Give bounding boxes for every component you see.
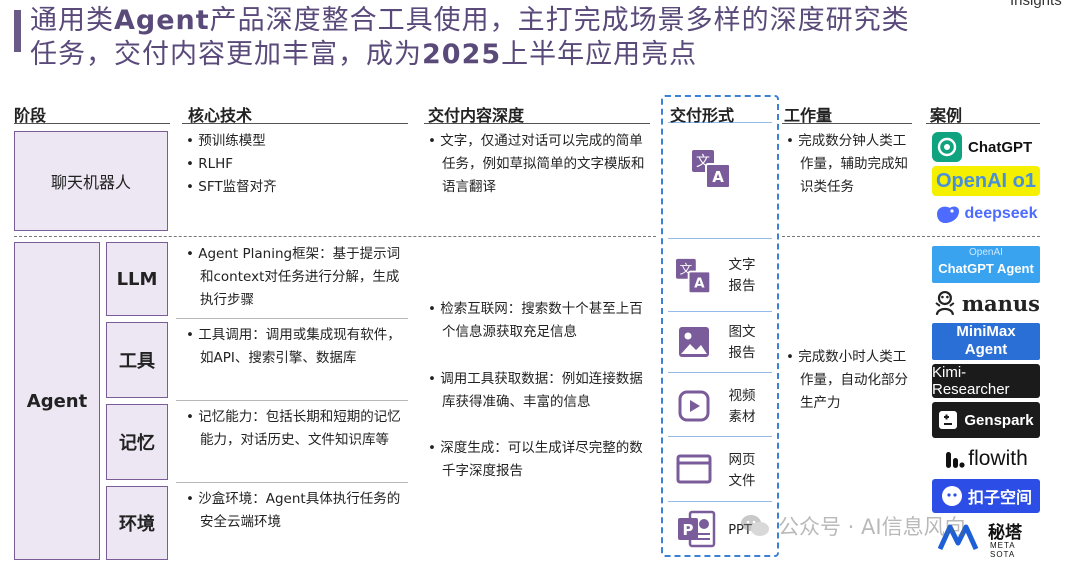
list-item: • 预训练模型	[186, 133, 266, 149]
manus-icon	[935, 290, 955, 316]
row-divider	[668, 122, 772, 123]
openai-icon	[932, 132, 962, 162]
header-underline	[424, 123, 650, 124]
agent-sub-memory: 记忆	[106, 404, 168, 480]
row-divider	[176, 482, 408, 483]
webpage-icon	[676, 454, 712, 484]
header-underline	[782, 123, 912, 124]
header-underline	[182, 123, 408, 124]
genspark-logo: Genspark	[932, 402, 1040, 438]
watermark: 公众号 · AI信息风向	[740, 508, 1050, 544]
translate-icon: 文 A	[676, 258, 712, 294]
agent-depth-3: • 深度生成：可以生成详尽完整的数千字深度报告	[428, 440, 643, 479]
row-divider	[668, 372, 772, 373]
agent-depth-1: • 检索互联网：搜索数十个甚至上百个信息源获取充足信息	[428, 301, 643, 340]
agent-sub-environment: 环境	[106, 486, 168, 560]
page-title: 通用类Agent产品深度整合工具使用，主打完成场景多样的深度研究类 任务，交付内…	[30, 5, 910, 70]
chatbot-workload-text: • 完成数分钟人类工作量，辅助完成知识类任务	[786, 133, 908, 195]
agent-sub-llm: LLM	[106, 242, 168, 316]
list-item: • SFT监督对齐	[186, 179, 277, 195]
row-divider	[668, 501, 772, 502]
row-divider	[668, 311, 772, 312]
agent-sub-tools: 工具	[106, 322, 168, 398]
header-underline	[926, 123, 1040, 124]
agent-tech-tools: • 工具调用：调用或集成现有软件，如API、搜索引擎、数据库	[186, 327, 401, 366]
image-icon	[678, 326, 710, 358]
agent-tech-memory: • 记忆能力：包括长期和短期的记忆能力，对话历史、文件知识库等	[186, 409, 401, 448]
agent-depth-2: • 调用工具获取数据：例如连接数据库获得准确、丰富的信息	[428, 371, 643, 410]
header-underline	[14, 123, 170, 124]
chatbot-tech-list: • 预训练模型 • RLHF • SFT监督对齐	[186, 130, 406, 199]
chatgpt-logo: ChatGPT	[932, 131, 1040, 163]
kouzi-icon	[941, 486, 962, 506]
section-separator	[14, 236, 656, 237]
deepseek-logo: deepseek	[932, 200, 1040, 228]
row-divider	[668, 436, 772, 437]
form-video: 视频 素材	[728, 388, 756, 425]
video-icon	[678, 390, 710, 422]
agent-tech-llm: • Agent Planing框架：基于提示词和context对任务进行分解，生…	[186, 246, 401, 308]
svg-text:A: A	[694, 276, 705, 292]
stage-chatbot-label: 聊天机器人	[50, 173, 131, 192]
flowith-logo: flowith	[932, 443, 1040, 475]
powerpoint-icon: P	[676, 510, 716, 548]
flowith-icon	[946, 452, 965, 468]
form-webpage: 网页 文件	[728, 452, 756, 489]
stage-agent-label: Agent	[26, 390, 88, 412]
section-separator	[782, 236, 1040, 237]
wechat-icon	[741, 515, 769, 536]
title-accent-bar	[14, 10, 21, 52]
stage-agent-box: Agent	[14, 242, 100, 560]
row-divider	[176, 400, 408, 401]
form-image-report: 图文 报告	[728, 324, 756, 361]
agent-workload-text: • 完成数小时人类工作量，自动化部分生产力	[786, 349, 908, 411]
whale-icon	[936, 206, 959, 223]
openai-o1-logo: OpenAI o1	[932, 166, 1040, 196]
chatgpt-agent-logo: OpenAI ChatGPT Agent	[932, 246, 1040, 283]
list-item: • RLHF	[186, 156, 234, 172]
manus-logo: manus	[932, 287, 1040, 319]
minimax-agent-logo: MiniMax Agent	[932, 323, 1040, 360]
form-text-report: 文字 报告	[728, 257, 756, 294]
kimi-researcher-logo: Kimi-Researcher	[932, 364, 1040, 398]
genspark-icon	[939, 411, 958, 429]
agent-tech-environment: • 沙盒环境：Agent具体执行任务的安全云端环境	[186, 491, 401, 530]
stage-chatbot-box: 聊天机器人	[14, 131, 168, 231]
svg-text:P: P	[683, 521, 694, 539]
row-divider	[176, 318, 408, 319]
row-divider	[668, 238, 772, 239]
chatbot-depth-text: • 文字，仅通过对话可以完成的简单任务，例如草拟简单的文字模版和语言翻译	[428, 133, 645, 195]
